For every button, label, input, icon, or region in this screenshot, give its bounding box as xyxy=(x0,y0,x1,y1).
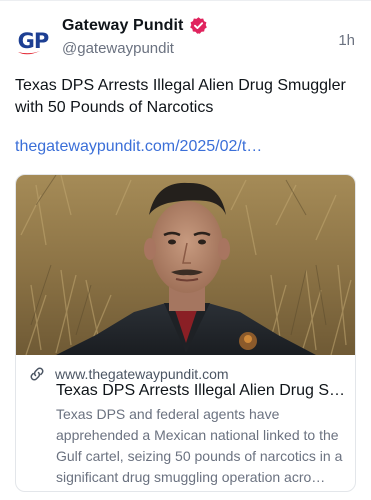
card-description: Texas DPS and federal agents have appreh… xyxy=(56,406,343,485)
card-image[interactable] xyxy=(16,175,356,355)
link-preview-card[interactable]: www.thegatewaypundit.com Texas DPS Arres… xyxy=(15,174,356,492)
author-row: Gateway Pundit xyxy=(62,16,208,35)
link-icon xyxy=(30,367,44,381)
post-header: GP Gateway Pundit @gatewaypundit 1h xyxy=(0,0,371,70)
post-timestamp[interactable]: 1h xyxy=(338,32,355,49)
post[interactable]: GP Gateway Pundit @gatewaypundit 1h Texa… xyxy=(0,0,371,500)
card-domain-row: www.thegatewaypundit.com xyxy=(28,365,229,383)
swoosh-icon xyxy=(18,51,40,55)
card-title[interactable]: Texas DPS Arrests Illegal Alien Drug S… xyxy=(56,382,348,400)
card-domain: www.thegatewaypundit.com xyxy=(55,366,229,382)
author-handle[interactable]: @gatewaypundit xyxy=(62,40,174,57)
post-link[interactable]: thegatewaypundit.com/2025/02/t… xyxy=(15,138,262,156)
post-text: Texas DPS Arrests Illegal Alien Drug Smu… xyxy=(15,77,346,116)
verified-badge-icon xyxy=(190,17,208,34)
author-name[interactable]: Gateway Pundit xyxy=(62,17,183,35)
